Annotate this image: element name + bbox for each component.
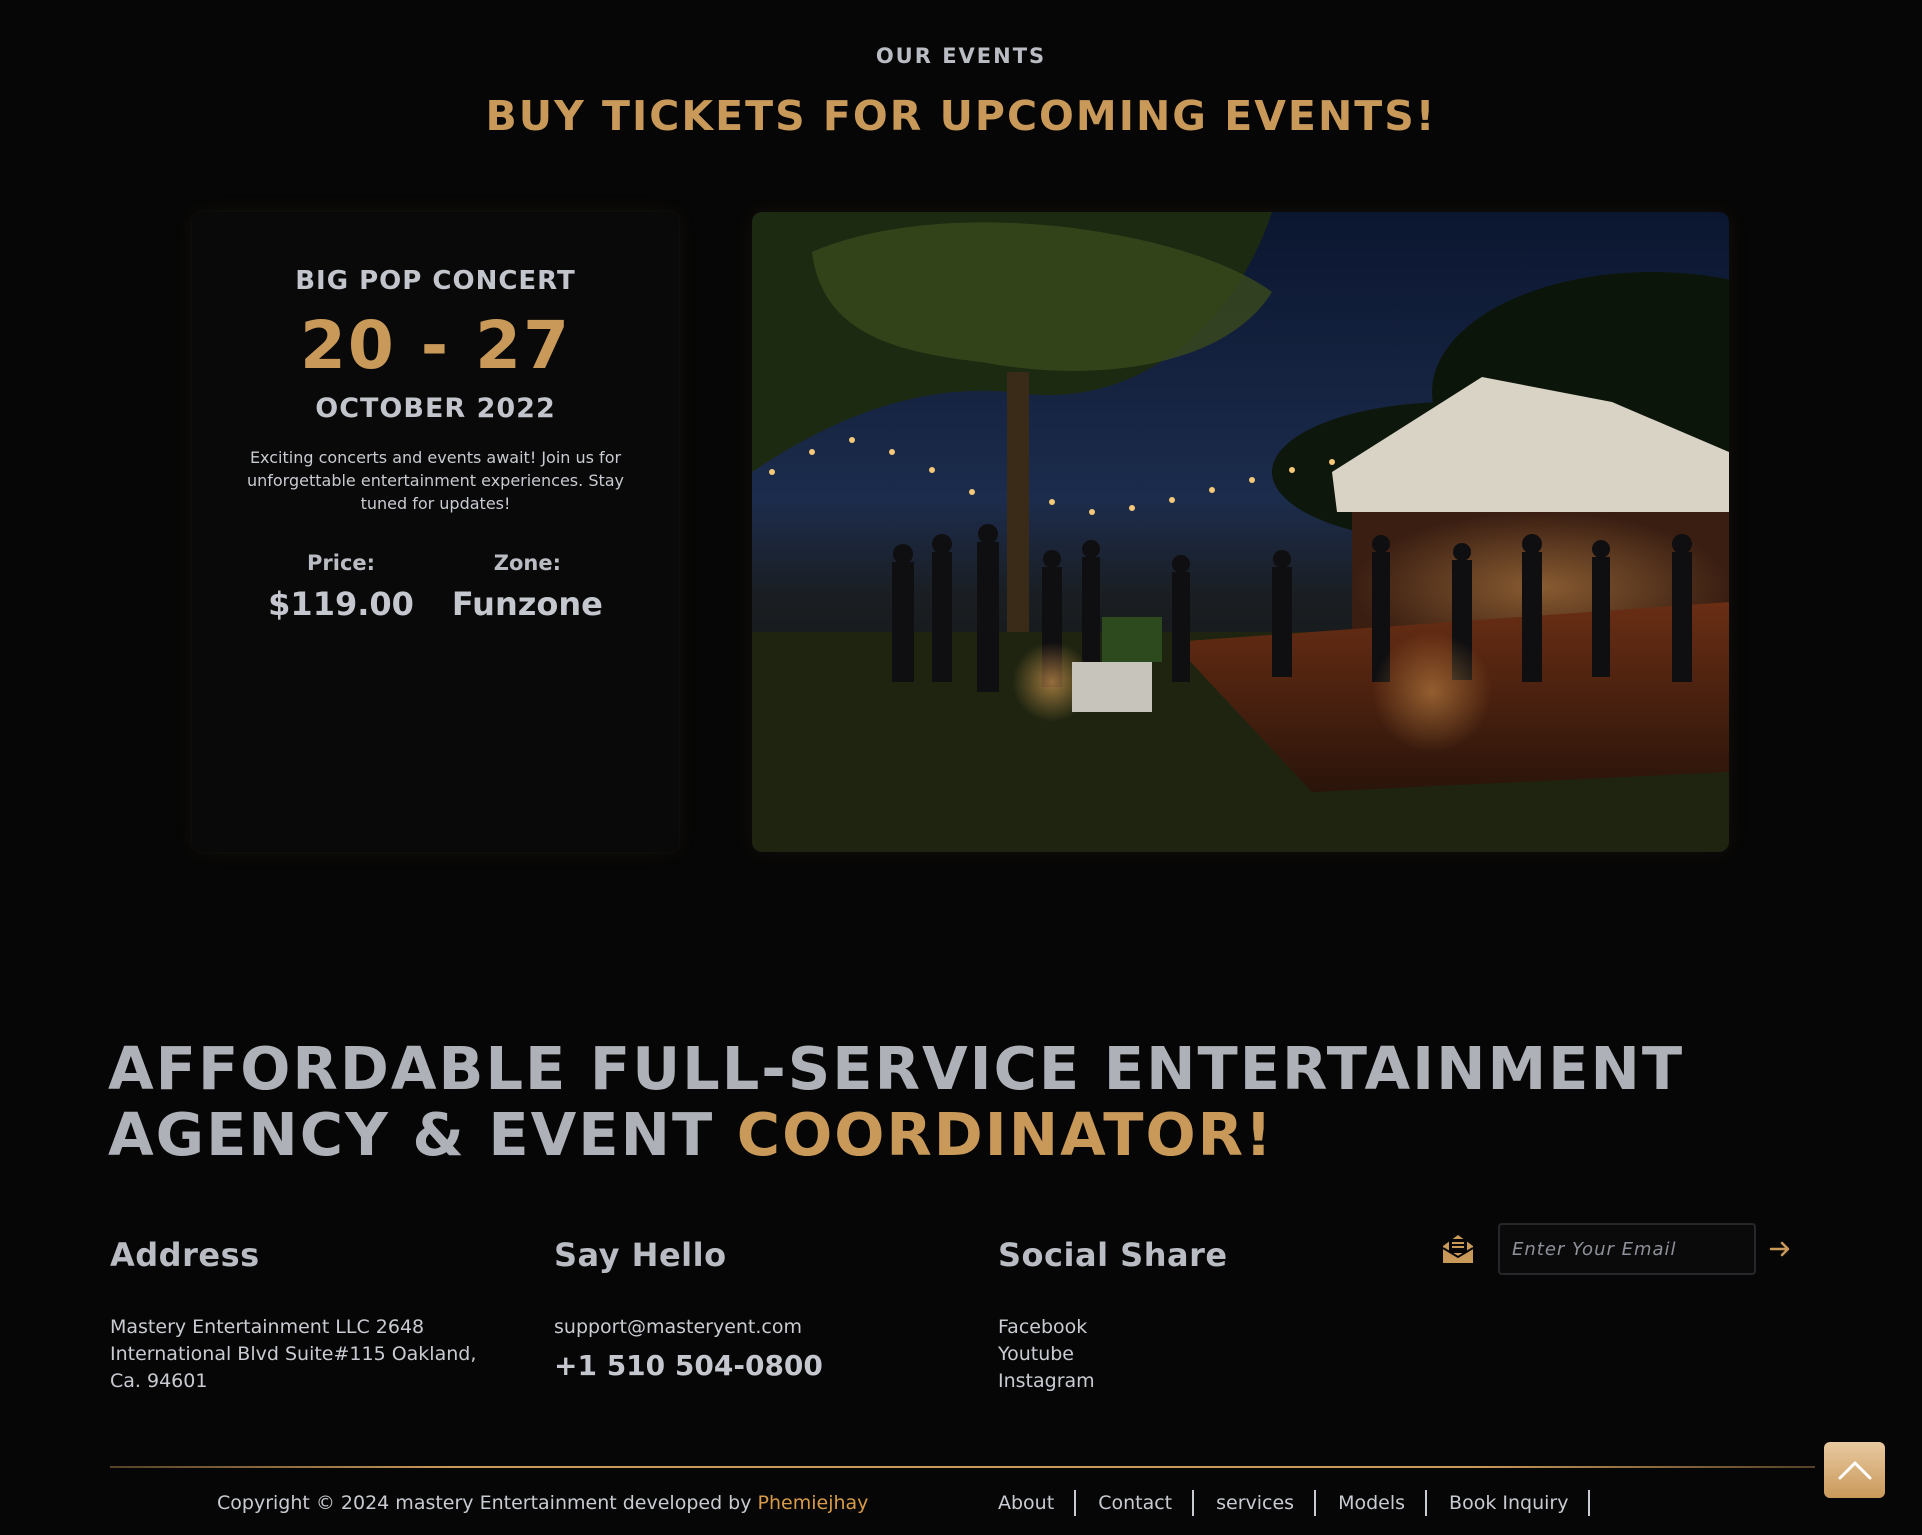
event-photo	[752, 212, 1729, 852]
events-title: BUY TICKETS FOR UPCOMING EVENTS!	[485, 92, 1437, 140]
address-heading: Address	[110, 1236, 260, 1274]
zone-block: Zone: Funzone	[452, 551, 603, 623]
price-value: $119.00	[268, 584, 414, 623]
zone-label: Zone:	[493, 550, 561, 575]
facebook-link[interactable]: Facebook	[998, 1314, 1298, 1341]
agency-tagline: AFFORDABLE FULL-SERVICE ENTERTAINMENT AG…	[108, 1036, 1828, 1168]
footer-nav-contact[interactable]: Contact	[1098, 1490, 1195, 1516]
footer-nav-services[interactable]: services	[1216, 1490, 1317, 1516]
chevron-up-icon	[1838, 1461, 1871, 1480]
event-name: BIG POP CONCERT	[295, 266, 576, 296]
newsletter-form	[1440, 1223, 1792, 1275]
copyright-text: Copyright © 2024 mastery Entertainment d…	[217, 1492, 868, 1514]
social-links: Facebook Youtube Instagram	[998, 1314, 1298, 1395]
envelope-icon	[1442, 1235, 1474, 1263]
say-hello-column: Say Hello support@masteryent.com +1 510 …	[554, 1236, 954, 1382]
social-heading: Social Share	[998, 1236, 1228, 1274]
social-column: Social Share Facebook Youtube Instagram	[998, 1236, 1298, 1395]
zone-value: Funzone	[451, 584, 603, 623]
support-email-link[interactable]: support@masteryent.com	[554, 1314, 954, 1341]
newsletter-email-input[interactable]	[1498, 1223, 1756, 1275]
tagline-accent: COORDINATOR!	[736, 1100, 1274, 1169]
event-month: OCTOBER 2022	[315, 392, 556, 424]
event-dates: 20 - 27	[299, 307, 572, 384]
footer-nav-models[interactable]: Models	[1338, 1490, 1428, 1516]
arrow-right-icon[interactable]	[1768, 1237, 1792, 1261]
instagram-link[interactable]: Instagram	[998, 1368, 1298, 1395]
address-column: Address Mastery Entertainment LLC 2648 I…	[110, 1236, 510, 1395]
events-eyebrow: OUR EVENTS	[875, 44, 1047, 68]
footer-nav-about[interactable]: About	[998, 1490, 1077, 1516]
back-to-top-button[interactable]	[1824, 1442, 1885, 1498]
tagline-plain: AGENCY & EVENT	[108, 1100, 737, 1169]
price-label: Price:	[307, 550, 376, 575]
tagline-line-1: AFFORDABLE FULL-SERVICE ENTERTAINMENT	[108, 1034, 1685, 1103]
youtube-link[interactable]: Youtube	[998, 1341, 1298, 1368]
address-text: Mastery Entertainment LLC 2648 Internati…	[110, 1316, 477, 1392]
tagline-line-2: AGENCY & EVENT COORDINATOR!	[108, 1102, 1828, 1168]
developer-link[interactable]: Phemiejhay	[758, 1492, 869, 1514]
event-description: Exciting concerts and events await! Join…	[246, 447, 625, 513]
footer-nav: About Contact services Models Book Inqui…	[998, 1490, 1612, 1516]
say-hello-heading: Say Hello	[554, 1236, 727, 1274]
copyright-prefix: Copyright © 2024 mastery Entertainment d…	[217, 1492, 758, 1514]
event-card: BIG POP CONCERT 20 - 27 OCTOBER 2022 Exc…	[192, 212, 679, 852]
footer-nav-book-inquiry[interactable]: Book Inquiry	[1449, 1490, 1591, 1516]
footer-divider	[110, 1466, 1815, 1468]
price-block: Price: $119.00	[268, 551, 414, 623]
event-meta: Price: $119.00 Zone: Funzone	[192, 551, 679, 623]
phone-number-link[interactable]: +1 510 504-0800	[554, 1349, 954, 1382]
event-photo-illustration	[752, 212, 1729, 852]
